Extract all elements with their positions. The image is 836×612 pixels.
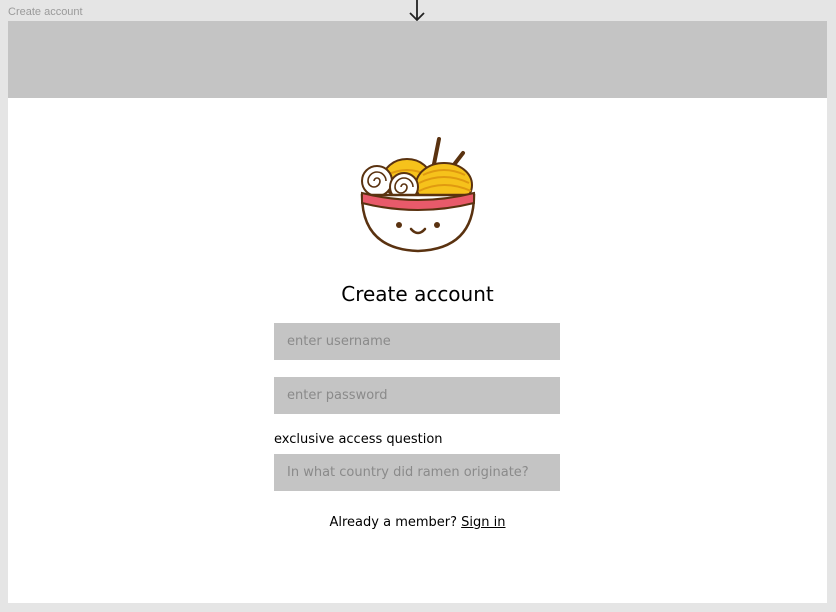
sign-in-link[interactable]: Sign in [461,515,505,530]
access-question-input[interactable] [274,454,560,491]
top-banner [8,21,827,98]
frame-label: Create account [8,6,83,18]
username-input[interactable] [274,323,560,360]
create-account-screen: Create account exclusive access question… [8,21,827,603]
question-label: exclusive access question [274,432,443,447]
member-text: Already a member? [329,515,458,530]
page-title: Create account [341,282,494,306]
sign-in-prompt: Already a member? Sign in [8,515,827,530]
password-input[interactable] [274,377,560,414]
ramen-bowl-icon [360,137,476,253]
